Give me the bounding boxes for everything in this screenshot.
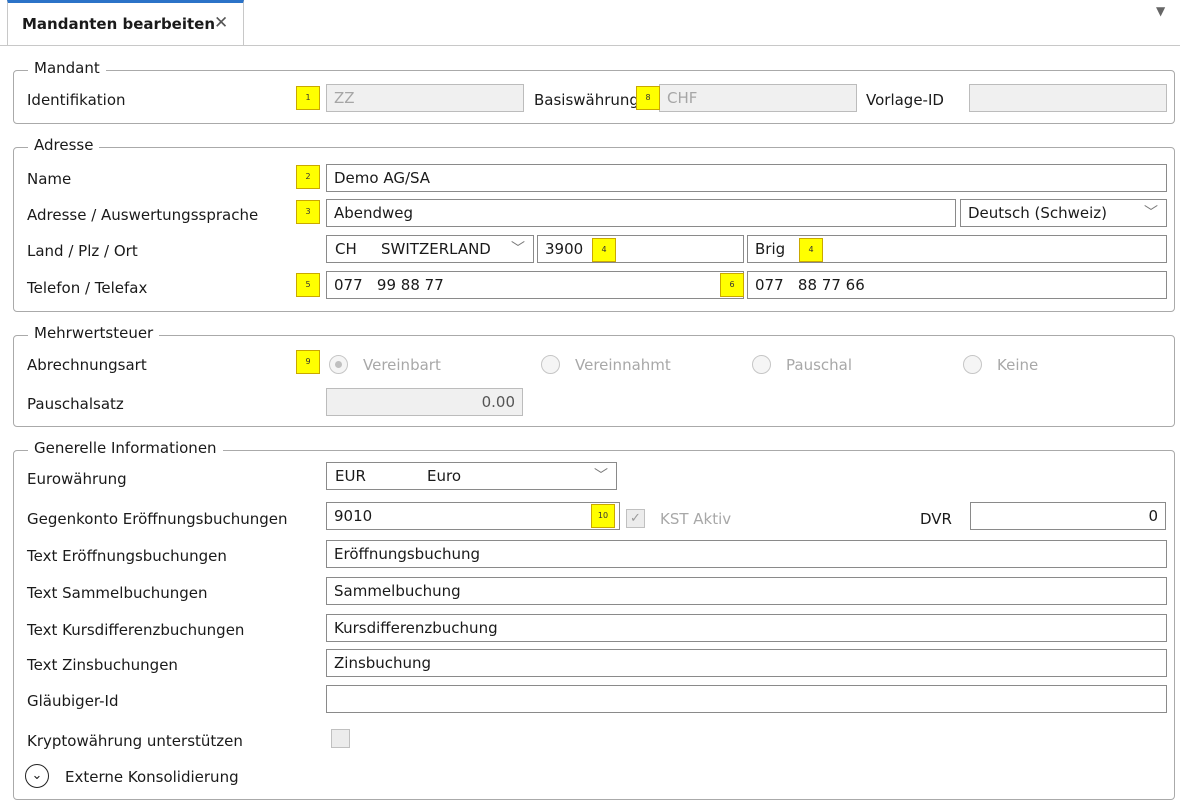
plz-field[interactable]: 3900 <box>537 235 744 263</box>
telefon-field[interactable]: 077 99 88 77 <box>326 271 744 299</box>
adresse-field[interactable]: Abendweg <box>326 199 956 227</box>
basiswaehrung-label: Basiswährung <box>534 91 638 109</box>
group-mehrwertsteuer: Mehrwertsteuer <box>13 324 1175 427</box>
glaeubiger-id-label: Gläubiger-Id <box>27 692 119 710</box>
pauschalsatz-field[interactable]: 0.00 <box>326 388 523 416</box>
radio-keine[interactable] <box>963 355 982 374</box>
radio-vereinnahmt[interactable] <box>541 355 560 374</box>
annotation-marker: 1 <box>296 86 320 110</box>
dropdown-arrow-icon[interactable]: ▼ <box>1156 4 1165 18</box>
radio-vereinbart[interactable] <box>329 355 348 374</box>
text-eroeffnung-field[interactable]: Eröffnungsbuchung <box>326 540 1167 568</box>
name-label: Name <box>27 170 72 188</box>
text-zins-label: Text Zinsbuchungen <box>27 656 178 674</box>
chevron-down-icon: ﹀ <box>511 241 525 257</box>
radio-pauschal[interactable] <box>752 355 771 374</box>
tab-bar: Mandanten bearbeiten ✕ ▼ <box>0 0 1180 46</box>
text-eroeffnung-label: Text Eröffnungsbuchungen <box>27 547 227 565</box>
tab-mandanten-bearbeiten[interactable]: Mandanten bearbeiten ✕ <box>7 0 244 46</box>
adresse-label: Adresse / Auswertungssprache <box>27 206 259 224</box>
text-kursdiff-field[interactable]: Kursdifferenzbuchung <box>326 614 1167 642</box>
glaeubiger-id-field[interactable] <box>326 685 1167 713</box>
vorlage-id-field[interactable] <box>969 84 1167 112</box>
text-sammel-field[interactable]: Sammelbuchung <box>326 577 1167 605</box>
radio-label-keine: Keine <box>997 356 1039 374</box>
gegenkonto-label: Gegenkonto Eröffnungsbuchungen <box>27 510 288 528</box>
annotation-marker: 9 <box>296 350 320 374</box>
chevron-down-circle-icon[interactable]: ⌄ <box>25 764 49 788</box>
land-plz-ort-label: Land / Plz / Ort <box>27 242 138 260</box>
telefax-field[interactable]: 077 88 77 66 <box>747 271 1167 299</box>
text-zins-field[interactable]: Zinsbuchung <box>326 649 1167 677</box>
text-sammel-label: Text Sammelbuchungen <box>27 584 208 602</box>
vorlage-id-label: Vorlage-ID <box>866 91 944 109</box>
gegenkonto-field[interactable]: 9010 <box>326 502 620 530</box>
chevron-down-icon: ﹀ <box>1144 205 1158 221</box>
name-field[interactable]: Demo AG/SA <box>326 164 1167 192</box>
group-legend: Mehrwertsteuer <box>28 324 160 342</box>
text-kursdiff-label: Text Kursdifferenzbuchungen <box>27 621 245 639</box>
externe-konsolidierung-label[interactable]: Externe Konsolidierung <box>65 768 239 786</box>
radio-label-pauschal: Pauschal <box>786 356 852 374</box>
annotation-marker: 8 <box>636 86 660 110</box>
kst-aktiv-label: KST Aktiv <box>660 510 732 528</box>
radio-label-vereinnahmt: Vereinnahmt <box>575 356 671 374</box>
tab-title: Mandanten bearbeiten <box>22 15 216 33</box>
chevron-down-icon: ﹀ <box>594 468 608 484</box>
radio-label-vereinbart: Vereinbart <box>363 356 441 374</box>
annotation-marker: 6 <box>720 273 744 297</box>
annotation-marker: 4 <box>592 238 616 262</box>
identifikation-label: Identifikation <box>27 91 126 109</box>
close-icon[interactable]: ✕ <box>214 13 228 33</box>
pauschalsatz-label: Pauschalsatz <box>27 395 124 413</box>
group-legend: Generelle Informationen <box>28 439 223 457</box>
annotation-marker: 4 <box>799 238 823 262</box>
abrechnungsart-label: Abrechnungsart <box>27 356 147 374</box>
group-legend: Adresse <box>28 136 100 154</box>
annotation-marker: 3 <box>296 200 320 224</box>
land-select[interactable]: CH SWITZERLAND ﹀ <box>326 235 534 263</box>
annotation-marker: 10 <box>591 504 615 528</box>
kst-aktiv-checkbox[interactable]: ✓ <box>626 509 645 528</box>
krypto-checkbox[interactable] <box>331 729 350 748</box>
tab-divider <box>0 45 1180 46</box>
group-legend: Mandant <box>28 59 106 77</box>
annotation-marker: 2 <box>296 165 320 189</box>
krypto-label: Kryptowährung unterstützen <box>27 732 243 750</box>
eurowaehrung-select[interactable]: EUR Euro ﹀ <box>326 462 617 490</box>
eurowaehrung-label: Eurowährung <box>27 470 127 488</box>
dvr-label: DVR <box>920 510 952 528</box>
basiswaehrung-field[interactable]: CHF <box>659 84 857 112</box>
dvr-field[interactable]: 0 <box>970 502 1166 530</box>
annotation-marker: 5 <box>296 273 320 297</box>
identifikation-field[interactable]: ZZ <box>326 84 524 112</box>
sprache-select[interactable]: Deutsch (Schweiz) ﹀ <box>960 199 1167 227</box>
telefon-telefax-label: Telefon / Telefax <box>27 279 148 297</box>
